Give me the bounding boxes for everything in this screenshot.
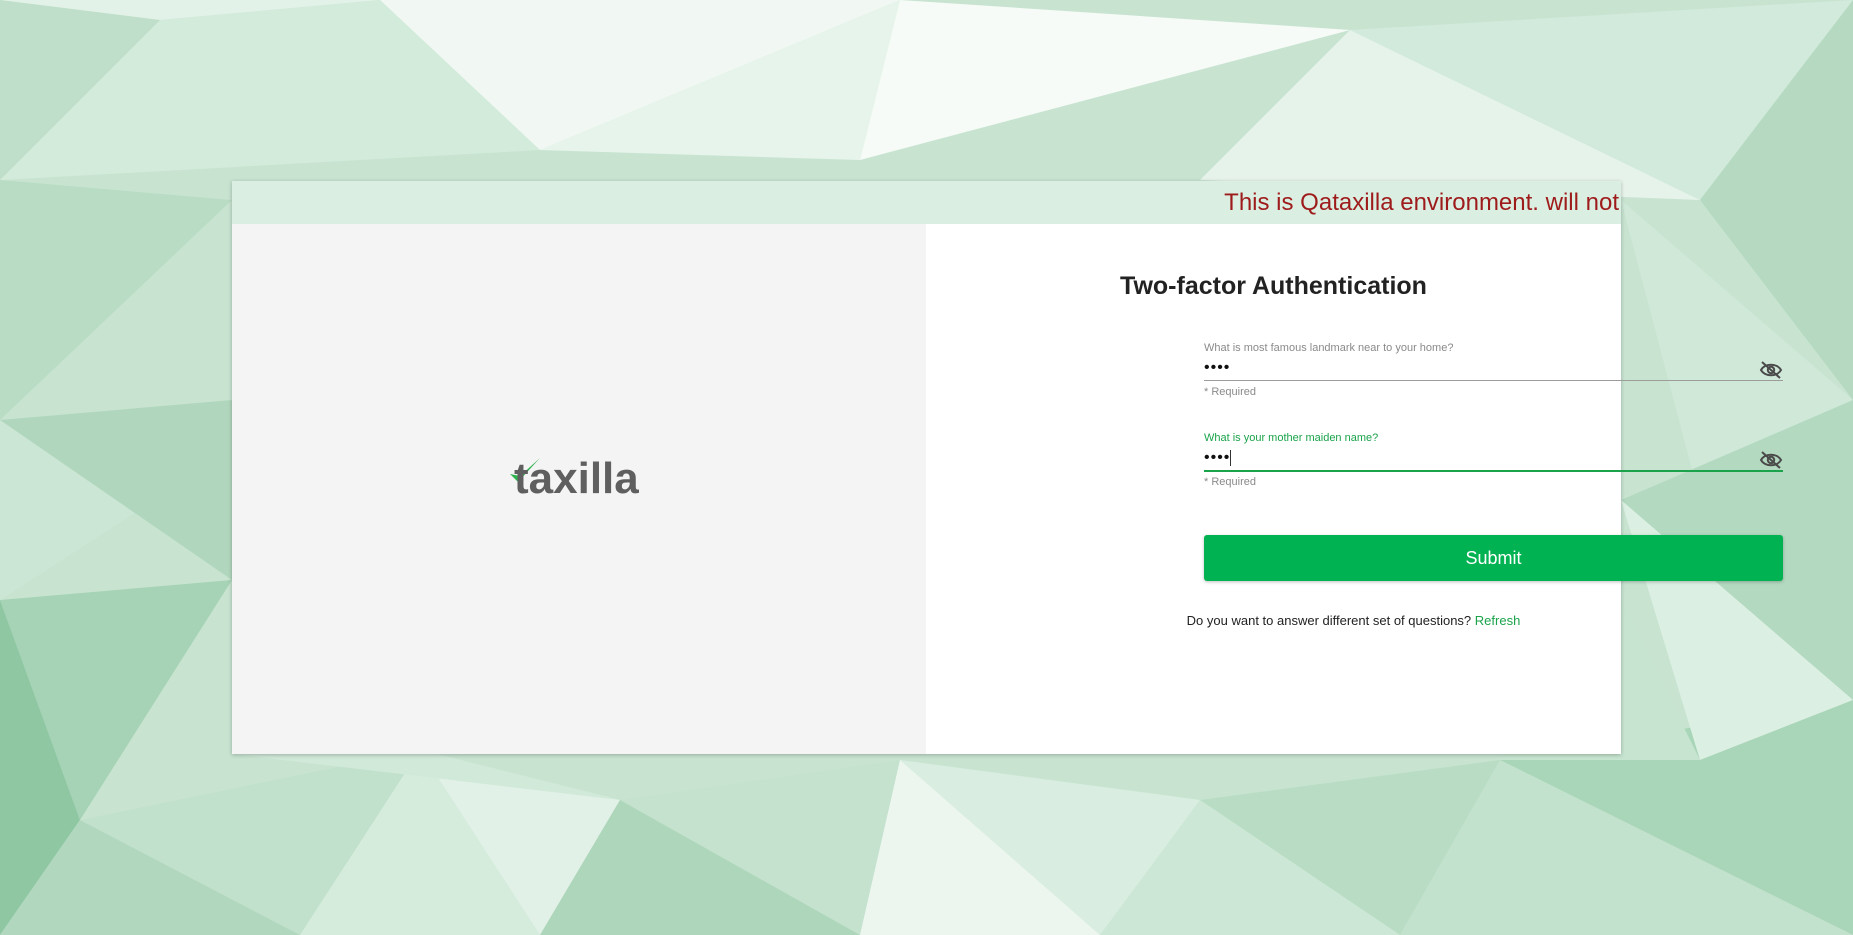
login-card: This is Qataxilla environment. will not … <box>232 181 1783 754</box>
security-question-2-input[interactable]: •••• <box>1204 446 1783 472</box>
security-question-1-help: * Required <box>1204 386 1256 398</box>
security-question-2-help: * Required <box>1204 476 1256 488</box>
security-question-2-value: •••• <box>1204 449 1231 466</box>
security-question-1-label: What is most famous landmark near to you… <box>1204 342 1454 354</box>
eye-off-icon[interactable] <box>1759 360 1783 380</box>
security-question-1-value: •••• <box>1204 359 1231 376</box>
environment-banner-text: This is Qataxilla environment. will not <box>1224 189 1619 216</box>
security-question-1-input[interactable]: •••• <box>1204 356 1783 381</box>
refresh-link[interactable]: Refresh <box>1475 613 1521 628</box>
refresh-prompt-text: Do you want to answer different set of q… <box>1186 613 1472 628</box>
refresh-questions-row: Do you want to answer different set of q… <box>926 613 1621 628</box>
eye-off-icon[interactable] <box>1759 450 1783 470</box>
submit-button[interactable]: Submit <box>1204 535 1783 581</box>
brand-pane: taxilla <box>232 224 926 754</box>
logo-wordmark: taxilla <box>514 454 639 503</box>
taxilla-logo: taxilla <box>508 454 658 504</box>
text-caret <box>1230 449 1232 466</box>
page-title: Two-factor Authentication <box>1120 272 1427 300</box>
auth-form-pane: Two-factor Authentication What is most f… <box>926 224 1783 754</box>
security-question-2-label: What is your mother maiden name? <box>1204 432 1379 444</box>
environment-banner: This is Qataxilla environment. will not <box>232 181 1621 224</box>
